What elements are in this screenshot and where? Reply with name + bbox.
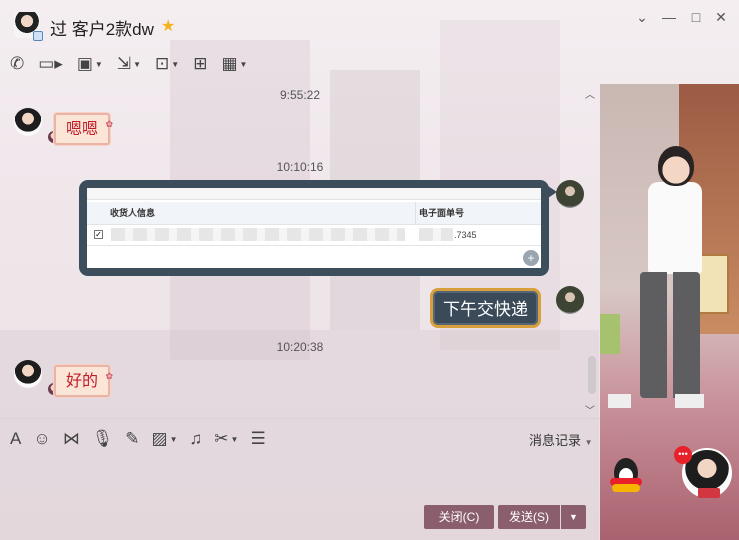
device-status-icon — [33, 31, 43, 41]
zoom-in-icon[interactable]: + — [523, 250, 539, 266]
timestamp: 9:55:22 — [279, 88, 321, 102]
show-panel: ••• — [600, 84, 739, 540]
star-icon[interactable]: ★ — [161, 16, 175, 36]
contact-name[interactable]: 过 客户2款dw — [50, 15, 154, 40]
avatar-show-head — [658, 146, 694, 186]
blurred-content — [111, 228, 405, 241]
background-plant — [600, 314, 620, 354]
scroll-up-icon[interactable]: ︿ — [585, 86, 595, 101]
bubble-decoration-icon: ✿ — [105, 371, 114, 381]
input-toolbar: A ☺ ⋈ 🎙 ✎ ▨ ▼ ♫ ✂ ▼ ☰ — [10, 429, 278, 449]
video-icon[interactable]: ▭▸ — [38, 52, 63, 76]
contact-message-avatar[interactable] — [14, 360, 42, 388]
chevron-down-icon: ▼ — [584, 438, 593, 447]
close-button[interactable]: 关闭(C) — [424, 505, 494, 529]
message-history-button[interactable]: 消息记录 ▼ — [529, 430, 593, 449]
image-table-header: 电子面单号 — [415, 202, 541, 224]
image-header-strip — [87, 188, 541, 200]
music-icon[interactable]: ♫ — [190, 429, 203, 449]
restore-icon[interactable]: □ — [686, 9, 706, 25]
phone-icon[interactable]: ✆ — [10, 52, 24, 76]
scroll-down-icon[interactable]: ﹀ — [585, 402, 595, 417]
penguin-feet — [612, 484, 640, 492]
file-transfer-icon[interactable]: ⇲ ▼ — [117, 52, 141, 76]
apps-grid-icon[interactable]: ▦ ▼ — [221, 52, 247, 76]
screen-share-icon[interactable]: ▣ ▼ — [77, 52, 103, 76]
remote-desktop-icon[interactable]: ⊡ ▼ — [155, 52, 179, 76]
history-label: 消息记录 — [529, 433, 582, 448]
send-button[interactable]: 发送(S) — [498, 505, 560, 529]
contact-message-avatar[interactable] — [14, 108, 42, 136]
blurred-content — [419, 228, 453, 241]
close-icon[interactable]: ✕ — [711, 9, 731, 26]
voice-icon[interactable]: 🎙 — [92, 429, 114, 449]
timestamp: 10:20:38 — [276, 340, 324, 354]
incoming-message[interactable]: 嗯嗯 ✿ — [54, 113, 113, 145]
emoji-icon[interactable]: ☺ — [33, 429, 50, 449]
outgoing-image-message[interactable]: 收货人信息 电子面单号 ✓ .7345 + — [79, 180, 557, 276]
menu-chevron-icon[interactable]: ⌄ — [632, 9, 652, 26]
clipboard-icon[interactable]: ☰ — [250, 429, 265, 449]
top-toolbar: ✆ ▭▸ ▣ ▼ ⇲ ▼ ⊡ ▼ ⊞ ▦ ▼ — [10, 52, 261, 76]
screenshot-image[interactable]: 收货人信息 电子面单号 ✓ .7345 + — [87, 188, 541, 268]
tracking-number: .7345 — [454, 230, 477, 240]
gem-badge-icon — [698, 488, 720, 498]
chat-history[interactable]: 9:55:22 嗯嗯 ✿ 10:10:16 收货人信息 电子面单号 ✓ .734… — [0, 84, 600, 418]
avatar-show-character[interactable] — [648, 182, 702, 274]
image-table-header: 收货人信息 — [87, 202, 415, 224]
timestamp: 10:10:16 — [276, 160, 324, 174]
font-icon[interactable]: A — [10, 429, 21, 449]
checkbox-icon: ✓ — [94, 230, 103, 239]
screenshot-icon[interactable]: ✂ ▼ — [214, 429, 238, 449]
bubble-decoration-icon: ✿ — [105, 119, 114, 129]
chat-scrollbar[interactable] — [588, 356, 596, 394]
contact-avatar[interactable] — [14, 12, 43, 41]
minimize-icon[interactable]: — — [659, 9, 679, 25]
message-text: 下午交快递 — [443, 300, 528, 319]
my-message-avatar[interactable] — [556, 180, 584, 208]
incoming-message[interactable]: 好的 ✿ — [54, 365, 113, 397]
message-text: 好的 — [66, 373, 99, 390]
message-text: 嗯嗯 — [66, 121, 99, 138]
outgoing-message[interactable]: 下午交快递 — [430, 288, 541, 328]
my-message-avatar[interactable] — [556, 286, 584, 314]
whiteboard-icon[interactable]: ⊞ — [193, 52, 207, 76]
title-bar: 过 客户2款dw ★ ⌄ — □ ✕ — [0, 0, 739, 44]
image-icon[interactable]: ▨ ▼ — [152, 429, 178, 449]
avatar-show-shoes — [608, 394, 704, 408]
pen-icon[interactable]: ✎ — [125, 429, 139, 449]
send-options-dropdown[interactable]: ▼ — [561, 505, 586, 529]
chat-bubble-icon: ••• — [674, 446, 692, 464]
qq-penguin-icon[interactable] — [606, 454, 646, 494]
message-input-area[interactable]: A ☺ ⋈ 🎙 ✎ ▨ ▼ ♫ ✂ ▼ ☰ 消息记录 ▼ 关闭(C) 发送(S) ▼ — [0, 418, 600, 540]
gif-icon[interactable]: ⋈ — [63, 429, 80, 449]
avatar-show-legs — [640, 272, 700, 398]
